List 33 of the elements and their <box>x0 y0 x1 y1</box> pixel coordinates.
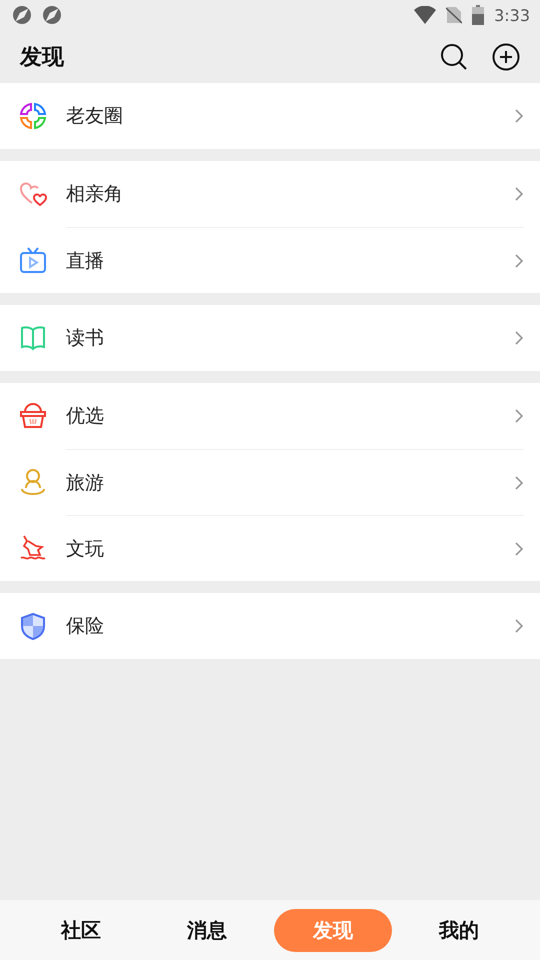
basket-icon <box>18 401 48 431</box>
menu-item[interactable]: 相亲角 <box>66 181 514 207</box>
chevron-icon <box>514 618 524 634</box>
nav-tab[interactable]: 消息 <box>148 908 266 952</box>
menu-item[interactable]: 优选 <box>66 403 514 429</box>
chevron-icon <box>514 108 524 124</box>
menu-item[interactable]: 直播 <box>66 248 514 274</box>
add-icon[interactable] <box>492 42 520 70</box>
menu-item[interactable]: 旅游 <box>66 470 514 496</box>
app-notification-icon <box>42 5 62 25</box>
wifi-icon <box>414 6 436 24</box>
shield-icon <box>18 611 48 641</box>
chevron-icon <box>514 540 524 556</box>
chevron-icon <box>514 408 524 424</box>
nav-tab[interactable]: 社区 <box>22 908 140 952</box>
search-icon[interactable] <box>440 42 468 70</box>
menu-item[interactable]: 读书 <box>66 325 514 351</box>
no-sim-icon <box>446 6 462 24</box>
menu-item[interactable]: 文玩 <box>66 536 514 562</box>
person-icon <box>18 467 48 497</box>
nav-tab[interactable]: 我的 <box>400 908 518 952</box>
menu-item[interactable]: 老友圈 <box>66 103 514 129</box>
app-notification-icon <box>12 5 32 25</box>
menu-item[interactable]: 保险 <box>66 613 514 639</box>
page-title: 发现 <box>20 44 65 72</box>
tv-icon <box>18 245 48 275</box>
chevron-icon <box>514 474 524 490</box>
status-time: 3:33 <box>494 6 530 24</box>
battery-icon <box>472 5 484 25</box>
ring-icon <box>18 101 48 131</box>
chevron-icon <box>514 186 524 202</box>
chevron-icon <box>514 330 524 346</box>
chevron-icon <box>514 252 524 268</box>
